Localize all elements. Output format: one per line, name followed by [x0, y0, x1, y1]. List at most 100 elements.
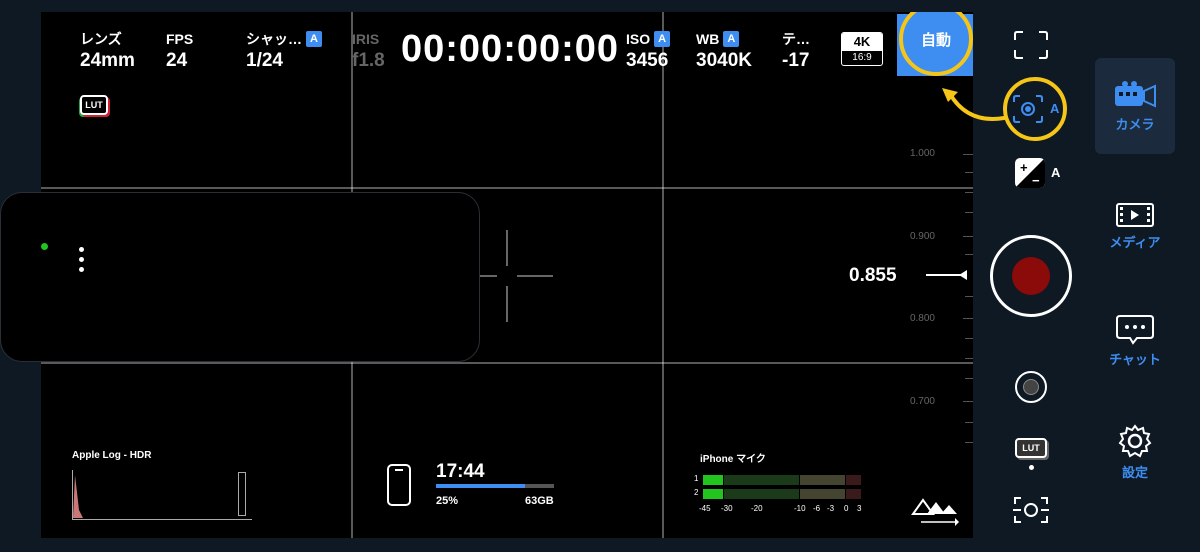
- control-column: A + − A LUT: [942, 0, 1086, 552]
- grid-line-h2: [41, 362, 973, 364]
- scene-mode-icon[interactable]: [911, 492, 961, 528]
- zoom-tick: [965, 378, 973, 379]
- zoom-tick: [965, 358, 973, 359]
- chat-icon: [1116, 314, 1154, 345]
- lens-label: レンズ: [80, 31, 122, 47]
- iris-readout[interactable]: IRIS f1.8: [352, 30, 385, 72]
- zoom-tick: [965, 254, 973, 255]
- zoom-tick: [963, 401, 973, 402]
- shutter-auto-badge: A: [306, 31, 322, 47]
- shutter-label: シャッ…: [246, 31, 302, 47]
- status-dot: [41, 243, 48, 250]
- more-options-icon[interactable]: [79, 247, 85, 275]
- meter-scale-label: -10: [794, 504, 806, 513]
- tint-value: -17: [782, 50, 810, 71]
- shutter-readout[interactable]: シャッ… A 1/24: [246, 30, 322, 72]
- svg-text:−: −: [1032, 173, 1040, 188]
- iso-label: ISO: [626, 31, 651, 47]
- nav-item-chat[interactable]: チャット: [1095, 292, 1175, 388]
- wb-auto-badge: A: [723, 31, 740, 47]
- wb-label: WB: [696, 31, 720, 47]
- frame-corners-icon: [1014, 31, 1048, 59]
- focus-auto-badge: A: [1050, 101, 1060, 116]
- resolution-4k: 4K: [842, 33, 882, 51]
- storage-bar-fill: [436, 484, 525, 488]
- iso-value: 3456: [626, 50, 669, 71]
- exposure-compensation-button[interactable]: + −: [1015, 158, 1045, 188]
- lut-active-dot: [1029, 465, 1034, 470]
- camera-icon: [1115, 80, 1156, 108]
- mic-label: iPhone マイク: [700, 454, 766, 465]
- shutter-value: 1/24: [246, 50, 283, 71]
- nav-label-settings: 設定: [1121, 464, 1148, 480]
- auto-focus-button[interactable]: [1012, 94, 1052, 124]
- lut-button[interactable]: LUT: [1015, 438, 1047, 458]
- fps-readout[interactable]: FPS 24: [166, 30, 193, 72]
- tint-readout[interactable]: テ… -17: [782, 30, 810, 72]
- record-icon: [1012, 257, 1050, 295]
- zoom-scale[interactable]: 1.000 0.900 0.800 0.700: [891, 142, 973, 452]
- meter-scale-label: -30: [721, 504, 733, 513]
- record-button[interactable]: [990, 235, 1072, 317]
- zoom-tick: [965, 422, 973, 423]
- film-icon: [1116, 202, 1154, 227]
- audio-meter-1: [703, 475, 862, 485]
- audio-meter-2: [703, 489, 862, 499]
- exposure-icon: + −: [1015, 158, 1045, 188]
- lens-readout[interactable]: レンズ 24mm: [80, 30, 135, 72]
- nav-item-media[interactable]: メディア: [1095, 178, 1175, 274]
- lens-icon: [1023, 379, 1039, 395]
- fps-label: FPS: [166, 31, 194, 47]
- mountains-icon: [911, 498, 959, 526]
- nav-label-media: メディア: [1109, 234, 1161, 250]
- meter-channel-2-label: 2: [694, 488, 699, 497]
- meter-scale-label: -6: [813, 504, 821, 513]
- iris-value: f1.8: [352, 50, 385, 71]
- meter-scale-label: 0: [844, 504, 849, 513]
- meter-scale: -45 -30 -20 -10 -6 -3 0 3: [699, 504, 869, 516]
- camera-app: レンズ 24mm FPS 24 シャッ… A 1/24 IRIS f1.8 00:…: [0, 0, 1200, 552]
- log-profile-label: Apple Log - HDR: [72, 450, 152, 461]
- histogram-curve: [73, 475, 83, 518]
- fps-value: 24: [166, 50, 188, 71]
- grid-line-h1: [41, 187, 973, 189]
- iris-label: IRIS: [352, 31, 380, 47]
- right-navigation: カメラ メディア チャット 設定: [1089, 0, 1200, 552]
- nav-label-chat: チャット: [1109, 351, 1161, 367]
- zoom-tick: [963, 154, 973, 155]
- zoom-tick: [965, 172, 973, 173]
- capture-frame-icon: [1013, 497, 1049, 523]
- zoom-tick-label-2: 0.900: [909, 231, 935, 242]
- meter-scale-label: -45: [699, 504, 711, 513]
- lut-indicator-label: LUT: [85, 100, 103, 110]
- capture-settings-button[interactable]: [1011, 494, 1051, 526]
- lens-value: 24mm: [80, 50, 135, 71]
- iso-auto-badge: A: [654, 31, 671, 47]
- wb-value: 3040K: [696, 50, 752, 71]
- focus-camera-icon: [1013, 95, 1043, 123]
- zoom-tick: [965, 442, 973, 443]
- zoom-tick-label-4: 0.700: [909, 396, 935, 407]
- nav-item-settings[interactable]: 設定: [1095, 404, 1175, 500]
- grid-line-v2: [662, 12, 664, 538]
- zoom-tick: [965, 192, 973, 193]
- fullscreen-frame-icon[interactable]: [1013, 30, 1049, 60]
- lut-indicator-icon: LUT: [80, 95, 108, 115]
- zoom-tick: [965, 338, 973, 339]
- zoom-pointer-arrow-icon: [959, 270, 967, 280]
- meter-channel-1-label: 1: [694, 474, 699, 483]
- resolution-badge[interactable]: 4K 16:9: [841, 32, 883, 66]
- storage-percent: 25%: [436, 495, 459, 507]
- lut-button-label: LUT: [1022, 443, 1040, 453]
- zoom-tick: [965, 212, 973, 213]
- side-menu-panel: [0, 192, 480, 362]
- zoom-tick: [965, 296, 973, 297]
- lens-switch-button[interactable]: [1015, 371, 1047, 403]
- histogram-range-icon: [238, 472, 246, 516]
- zoom-tick: [963, 318, 973, 319]
- iso-readout[interactable]: ISO A 3456: [626, 30, 671, 72]
- nav-item-camera[interactable]: カメラ: [1095, 58, 1175, 154]
- record-time-remaining: 17:44: [436, 461, 485, 482]
- zoom-tick: [963, 236, 973, 237]
- wb-readout[interactable]: WB A 3040K: [696, 30, 752, 72]
